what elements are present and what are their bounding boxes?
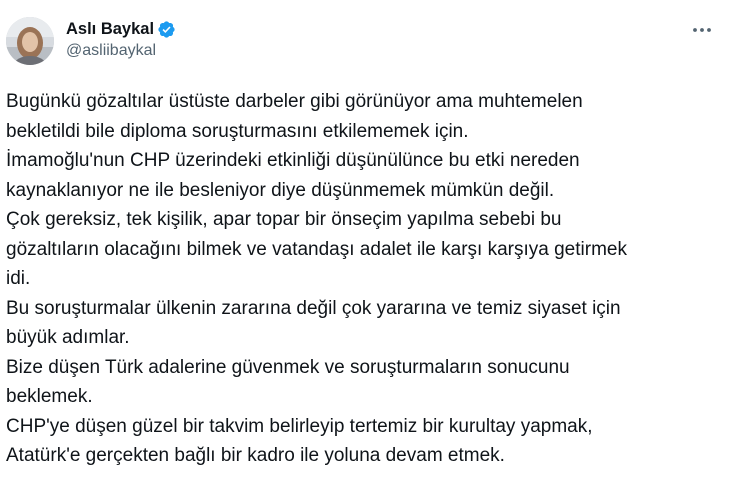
author-handle[interactable]: @asliibaykal bbox=[66, 42, 176, 60]
tweet-text-line: CHP'ye düşen güzel bir takvim belirleyip… bbox=[6, 415, 593, 437]
author-name-row: Aslı Baykal bbox=[66, 18, 176, 40]
tweet-text-line: Çok gereksiz, tek kişilik, apar topar bi… bbox=[6, 209, 562, 230]
tweet-text-line: Bu soruşturmalar ülkenin zararına değil … bbox=[6, 297, 621, 319]
verified-badge-icon bbox=[157, 20, 176, 39]
tweet-text-line: gözaltıların olacağını bilmek ve vatanda… bbox=[6, 238, 627, 260]
avatar[interactable] bbox=[6, 17, 54, 65]
tweet-text-line: idi. bbox=[6, 268, 31, 289]
more-horizontal-icon bbox=[693, 28, 711, 32]
tweet-card: Aslı Baykal @asliibaykal Bugünkü gözaltı… bbox=[0, 0, 735, 486]
tweet-text-line: İmamoğlu'nun CHP üzerindeki etkinliği dü… bbox=[6, 150, 580, 171]
tweet-text-line: Bugünkü gözaltılar üstüste darbeler gibi… bbox=[6, 91, 583, 112]
tweet-text-line: büyük adımlar. bbox=[6, 327, 130, 348]
tweet-text-line: Bize düşen Türk adalerine güvenmek ve so… bbox=[6, 356, 570, 378]
tweet-text: Bugünkü gözaltılar üstüste darbeler gibi… bbox=[6, 87, 726, 471]
avatar-image bbox=[6, 17, 54, 65]
tweet-text-line: kaynaklanıyor ne ile besleniyor diye düş… bbox=[6, 179, 555, 201]
tweet-text-line: bekletildi bile diploma soruşturmasını e… bbox=[6, 120, 469, 142]
author-display-name[interactable]: Aslı Baykal bbox=[66, 20, 154, 39]
tweet-text-line: beklemek. bbox=[6, 386, 93, 407]
more-options-button[interactable] bbox=[686, 17, 718, 43]
author-block: Aslı Baykal @asliibaykal bbox=[66, 18, 176, 60]
tweet-text-line: Atatürk'e gerçekten bağlı bir kadro ile … bbox=[6, 445, 505, 466]
